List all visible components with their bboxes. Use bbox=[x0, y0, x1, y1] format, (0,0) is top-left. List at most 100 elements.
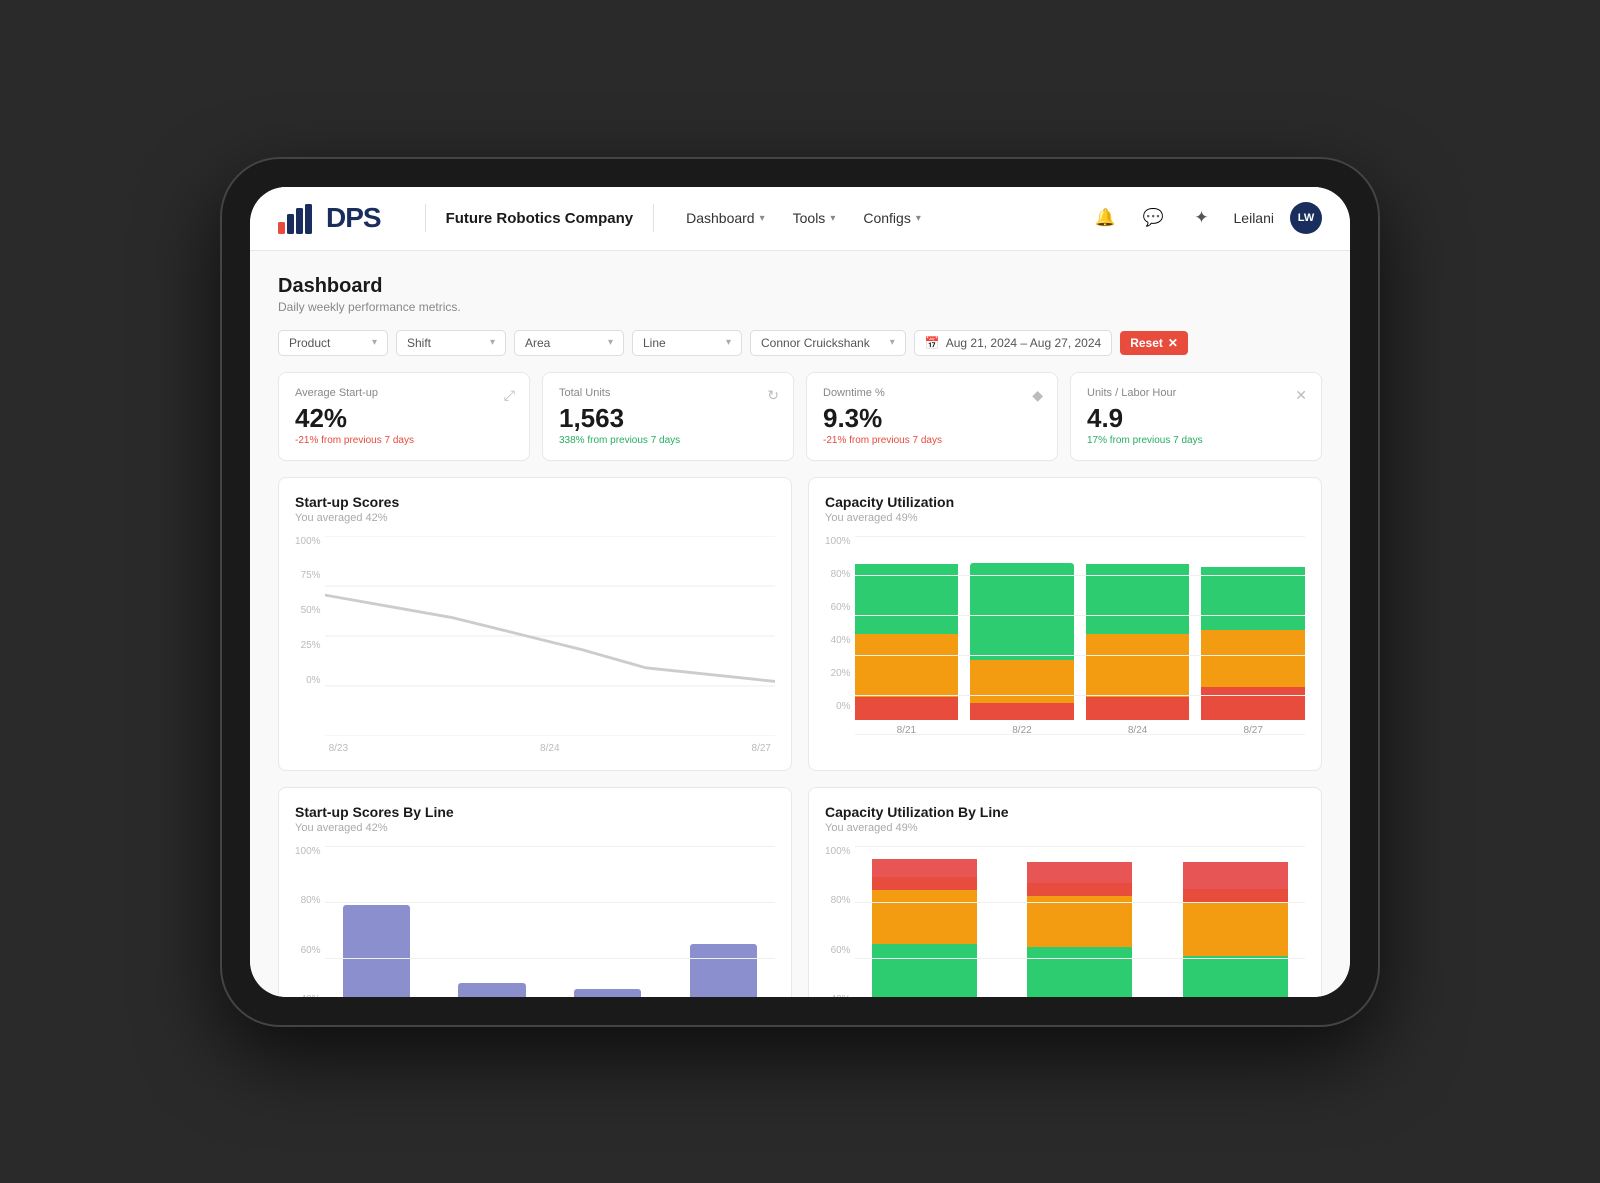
bar-group: 8/27 bbox=[1201, 550, 1305, 736]
kpi-row: Average Start-up 42% -21% from previous … bbox=[278, 372, 1322, 461]
x-label: 8/24 bbox=[540, 743, 559, 754]
chart-title: Capacity Utilization bbox=[825, 494, 1305, 510]
capacity-utilization-chart: Capacity Utilization You averaged 49% 10… bbox=[808, 477, 1322, 771]
stacked-bar bbox=[970, 563, 1074, 720]
startup-by-line-chart: Start-up Scores By Line You averaged 42%… bbox=[278, 787, 792, 997]
logo-area: DPS bbox=[278, 202, 381, 234]
dashboard-chevron-icon: ▾ bbox=[760, 213, 765, 224]
kpi-change: 17% from previous 7 days bbox=[1087, 435, 1305, 446]
kpi-avg-startup: Average Start-up 42% -21% from previous … bbox=[278, 372, 530, 461]
x-label: 8/23 bbox=[329, 743, 348, 754]
diamond-icon: ◆ bbox=[1032, 387, 1043, 404]
kpi-change: 338% from previous 7 days bbox=[559, 435, 777, 446]
chart-title: Start-up Scores bbox=[295, 494, 775, 510]
page-subtitle: Daily weekly performance metrics. bbox=[278, 300, 1322, 314]
company-name: Future Robotics Company bbox=[446, 210, 634, 227]
settings-icon[interactable]: ✦ bbox=[1186, 202, 1218, 234]
tablet-screen: DPS Future Robotics Company Dashboard ▾ … bbox=[250, 187, 1350, 997]
x-label: 8/27 bbox=[752, 743, 771, 754]
bar-label: 8/27 bbox=[1243, 725, 1262, 736]
logo-text: DPS bbox=[326, 202, 381, 234]
kpi-downtime: Downtime % 9.3% -21% from previous 7 day… bbox=[806, 372, 1058, 461]
kpi-value: 9.3% bbox=[823, 405, 1041, 431]
stacked-bar bbox=[872, 849, 977, 997]
bar-group: L3 bbox=[1166, 849, 1305, 997]
bar-group: 8/24 bbox=[1086, 560, 1190, 736]
refresh-icon: ↻ bbox=[767, 387, 779, 404]
main-content: Dashboard Daily weekly performance metri… bbox=[250, 251, 1350, 997]
navbar: DPS Future Robotics Company Dashboard ▾ … bbox=[250, 187, 1350, 251]
kpi-label: Units / Labor Hour bbox=[1087, 387, 1305, 399]
kpi-label: Total Units bbox=[559, 387, 777, 399]
bar-group: L2 bbox=[440, 983, 544, 997]
user-name: Leilani bbox=[1234, 210, 1274, 226]
close-icon: ✕ bbox=[1295, 387, 1307, 404]
capacity-by-line-chart: Capacity Utilization By Line You average… bbox=[808, 787, 1322, 997]
chat-icon[interactable]: 💬 bbox=[1138, 202, 1170, 234]
nav-menu: Dashboard ▾ Tools ▾ Configs ▾ bbox=[674, 204, 1089, 232]
logo-icon bbox=[278, 202, 314, 234]
charts-row-2: Start-up Scores By Line You averaged 42%… bbox=[278, 787, 1322, 997]
tablet-shell: DPS Future Robotics Company Dashboard ▾ … bbox=[220, 157, 1380, 1027]
close-icon: ✕ bbox=[1168, 336, 1178, 350]
charts-row-1: Start-up Scores You averaged 42% 100% 75… bbox=[278, 477, 1322, 771]
area-chevron-icon: ▾ bbox=[608, 337, 613, 348]
startup-scores-chart: Start-up Scores You averaged 42% 100% 75… bbox=[278, 477, 792, 771]
bar bbox=[343, 905, 410, 997]
person-filter[interactable]: Connor Cruickshank ▾ bbox=[750, 330, 906, 356]
chart-subtitle: You averaged 49% bbox=[825, 512, 1305, 524]
bell-icon[interactable]: 🔔 bbox=[1090, 202, 1122, 234]
nav-dashboard[interactable]: Dashboard ▾ bbox=[674, 204, 777, 232]
kpi-value: 42% bbox=[295, 405, 513, 431]
reset-button[interactable]: Reset ✕ bbox=[1120, 331, 1188, 355]
bar-label: 8/21 bbox=[897, 725, 916, 736]
date-range-filter[interactable]: 📅 Aug 21, 2024 – Aug 27, 2024 bbox=[914, 330, 1112, 356]
bar-group: L4 bbox=[671, 944, 775, 997]
bar-label: 8/24 bbox=[1128, 725, 1147, 736]
chart-title: Start-up Scores By Line bbox=[295, 804, 775, 820]
nav-tools[interactable]: Tools ▾ bbox=[781, 204, 848, 232]
bar-group: L2 bbox=[1010, 849, 1149, 997]
bar-label: 8/22 bbox=[1012, 725, 1031, 736]
shift-filter[interactable]: Shift ▾ bbox=[396, 330, 506, 356]
filters-row: Product ▾ Shift ▾ Area ▾ Line ▾ Connor C… bbox=[278, 330, 1322, 356]
bar-group: 8/21 bbox=[855, 553, 959, 736]
stacked-bar bbox=[1183, 849, 1288, 997]
stacked-bar bbox=[1086, 560, 1190, 720]
kpi-total-units: Total Units 1,563 338% from previous 7 d… bbox=[542, 372, 794, 461]
expand-icon: ⤢ bbox=[504, 387, 515, 404]
avatar[interactable]: LW bbox=[1290, 202, 1322, 234]
chart-area: 100% 80% 60% 40% 20% 0% bbox=[825, 536, 1305, 736]
chart-title: Capacity Utilization By Line bbox=[825, 804, 1305, 820]
nav-configs[interactable]: Configs ▾ bbox=[851, 204, 933, 232]
kpi-value: 1,563 bbox=[559, 405, 777, 431]
line-filter[interactable]: Line ▾ bbox=[632, 330, 742, 356]
product-filter[interactable]: Product ▾ bbox=[278, 330, 388, 356]
nav-right: 🔔 💬 ✦ Leilani LW bbox=[1090, 202, 1322, 234]
calendar-icon: 📅 bbox=[925, 336, 940, 350]
chart-area: 100% 75% 50% 25% 0% bbox=[295, 536, 775, 754]
bar bbox=[574, 989, 641, 997]
y-axis: 100% 80% 60% 40% 20% 0% bbox=[825, 536, 855, 712]
bar-group: L1 bbox=[855, 849, 994, 997]
bar-group: L3 bbox=[556, 989, 660, 997]
area-filter[interactable]: Area ▾ bbox=[514, 330, 624, 356]
page-header: Dashboard Daily weekly performance metri… bbox=[278, 275, 1322, 314]
chart-subtitle: You averaged 49% bbox=[825, 822, 1305, 834]
person-chevron-icon: ▾ bbox=[890, 337, 895, 348]
stacked-bar bbox=[855, 553, 959, 720]
bar bbox=[690, 944, 757, 997]
page-title: Dashboard bbox=[278, 275, 1322, 298]
kpi-change: -21% from previous 7 days bbox=[823, 435, 1041, 446]
bar bbox=[458, 983, 525, 997]
configs-chevron-icon: ▾ bbox=[916, 213, 921, 224]
y-axis: 100% 75% 50% 25% 0% bbox=[295, 536, 325, 686]
chart-area: 100% 80% 60% 40% bbox=[825, 846, 1305, 997]
chart-subtitle: You averaged 42% bbox=[295, 822, 775, 834]
nav-divider bbox=[425, 204, 426, 232]
kpi-value: 4.9 bbox=[1087, 405, 1305, 431]
stacked-bar bbox=[1201, 550, 1305, 720]
stacked-bar bbox=[1027, 849, 1132, 997]
kpi-units-labor: Units / Labor Hour 4.9 17% from previous… bbox=[1070, 372, 1322, 461]
line-chart-svg bbox=[325, 536, 775, 736]
